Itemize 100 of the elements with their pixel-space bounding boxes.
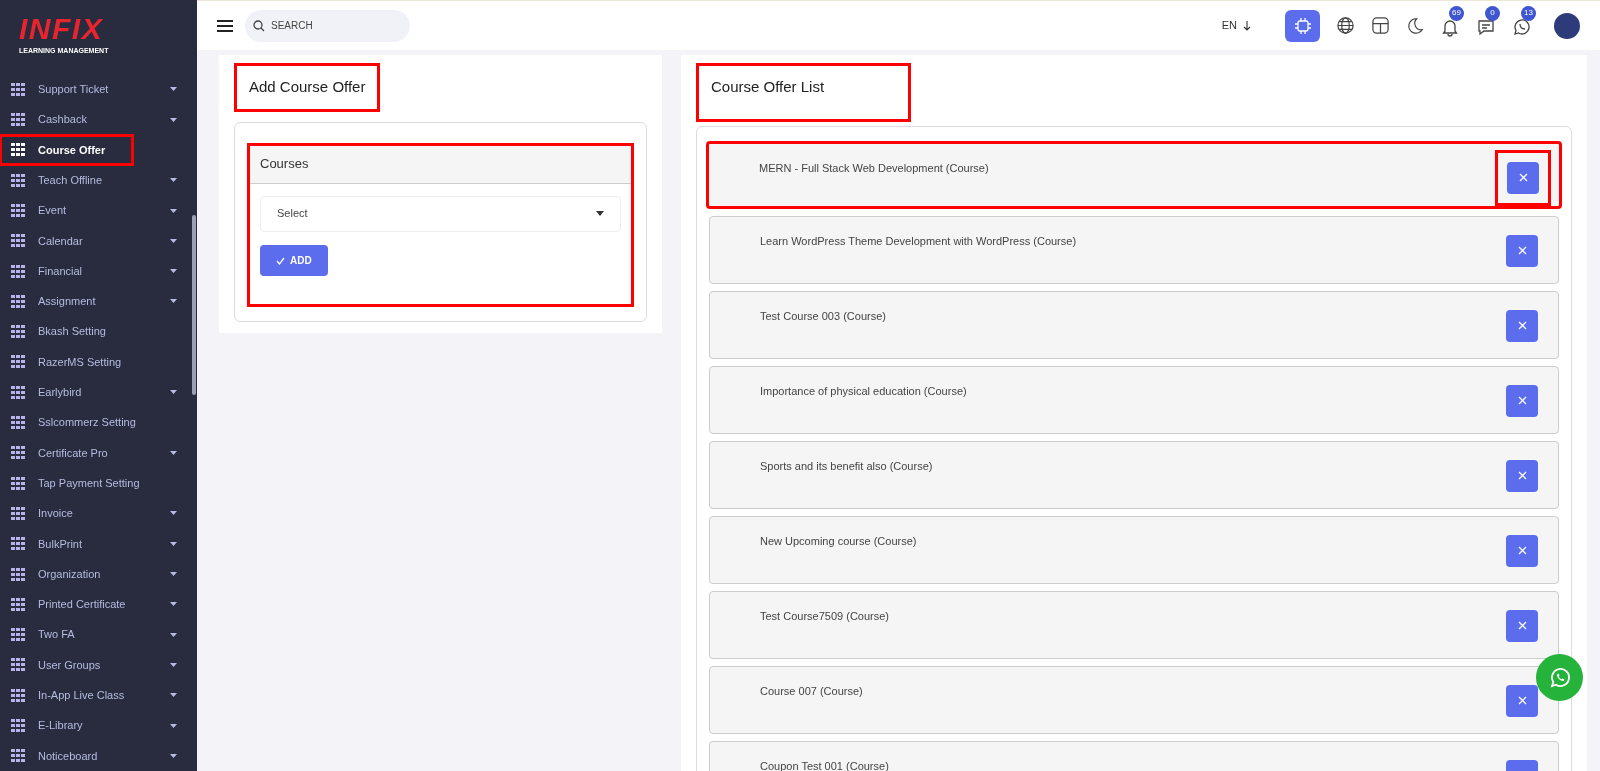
grid-icon — [11, 567, 26, 581]
sidebar-item[interactable]: Teach Offline — [0, 165, 197, 196]
grid-icon — [11, 446, 26, 460]
search-input: SEARCH — [271, 18, 391, 33]
close-icon — [1517, 321, 1527, 330]
moon-icon[interactable] — [1406, 16, 1424, 35]
sidebar-item[interactable]: Calendar — [0, 225, 197, 256]
sidebar-item[interactable]: RazerMS Setting — [0, 346, 197, 378]
layout-icon[interactable] — [1371, 16, 1390, 35]
sidebar-item[interactable]: Organization — [0, 558, 197, 590]
grid-icon — [11, 416, 26, 430]
course-name: Importance of physical education (Course) — [760, 383, 968, 399]
course-name: Course 007 (Course) — [760, 683, 864, 699]
sidebar-item[interactable]: In-App Live Class — [0, 680, 197, 711]
caret-icon — [170, 450, 177, 455]
sidebar-item[interactable]: Tap Payment Setting — [0, 468, 197, 499]
phone-chat-icon[interactable] — [1512, 16, 1532, 37]
sidebar-item[interactable]: Financial — [0, 255, 197, 287]
close-icon — [1517, 471, 1527, 480]
card-title: Course Offer List — [696, 63, 911, 122]
close-icon — [1517, 396, 1527, 405]
language-selector[interactable]: EN — [1221, 17, 1251, 34]
sidebar-item[interactable]: Certificate Pro — [0, 437, 197, 469]
grid-icon — [11, 658, 26, 672]
remove-button[interactable] — [1506, 384, 1538, 417]
sidebar-item[interactable]: Event — [0, 195, 197, 226]
grid-icon — [11, 476, 26, 490]
sidebar-item[interactable]: Sslcommerz Setting — [0, 407, 197, 438]
menu-icon[interactable] — [217, 19, 233, 32]
caret-icon — [170, 693, 177, 698]
grid-icon — [11, 204, 26, 217]
caret-icon — [170, 208, 177, 213]
caret-icon — [170, 602, 177, 607]
grid-icon — [11, 537, 26, 551]
caret-icon — [170, 511, 177, 516]
remove-button[interactable] — [1507, 161, 1539, 194]
arrow-down-icon — [1243, 21, 1251, 32]
check-icon — [276, 256, 285, 265]
sidebar-item[interactable]: Printed Certificate — [0, 589, 197, 620]
remove-button[interactable] — [1506, 234, 1538, 267]
caret-icon — [170, 390, 177, 395]
caret-icon — [170, 299, 177, 304]
grid-icon — [11, 234, 26, 248]
logo-text: INFIX — [19, 14, 105, 44]
grid-icon — [11, 688, 26, 702]
sidebar-item[interactable]: Earlybird — [0, 377, 197, 408]
sidebar-item[interactable]: Two FA — [0, 619, 197, 650]
remove-button[interactable] — [1506, 609, 1538, 642]
grid-icon — [11, 749, 26, 763]
caret-icon — [170, 87, 177, 92]
remove-button[interactable] — [1506, 684, 1538, 717]
course-select[interactable]: Select — [260, 195, 621, 232]
add-button[interactable]: ADD — [260, 244, 328, 276]
grid-icon — [11, 506, 26, 520]
sidebar-item[interactable]: User Groups — [0, 649, 197, 681]
course-name: Test Course7509 (Course) — [760, 608, 890, 624]
ai-button[interactable] — [1285, 9, 1320, 42]
grid-icon — [11, 173, 26, 187]
sidebar-item[interactable]: BulkPrint — [0, 528, 197, 559]
sidebar-item[interactable]: Invoice — [0, 498, 197, 529]
sidebar-item[interactable]: Noticeboard — [0, 740, 197, 771]
caret-icon — [170, 117, 177, 122]
caret-icon — [170, 541, 177, 546]
grid-icon — [11, 355, 26, 369]
grid-icon — [11, 143, 26, 157]
count-badge: 0 — [1485, 5, 1500, 21]
grid-icon — [11, 385, 26, 399]
scrollbar-thumb[interactable] — [192, 215, 196, 395]
search-icon — [253, 19, 265, 32]
remove-button[interactable] — [1506, 309, 1538, 342]
caret-icon — [170, 662, 177, 667]
close-icon — [1518, 173, 1528, 182]
count-badge: 69 — [1449, 5, 1464, 21]
sidebar-item[interactable]: Support Ticket — [0, 74, 197, 105]
course-name: MERN - Full Stack Web Development (Course) — [759, 160, 990, 176]
avatar[interactable] — [1554, 12, 1580, 39]
caret-icon — [170, 632, 177, 637]
close-icon — [1517, 621, 1527, 630]
sidebar-item[interactable]: Bkash Setting — [0, 316, 197, 347]
caret-icon — [170, 178, 177, 183]
caret-icon — [170, 269, 177, 274]
sidebar-item[interactable]: Course Offer — [0, 134, 133, 166]
course-name: Sports and its benefit also (Course) — [760, 458, 934, 474]
grid-icon — [11, 113, 26, 127]
count-badge: 13 — [1521, 5, 1536, 21]
card-title: Add Course Offer — [234, 63, 381, 112]
globe-icon[interactable] — [1336, 16, 1355, 35]
remove-button[interactable] — [1506, 534, 1538, 567]
course-name: Test Course 003 (Course) — [760, 308, 887, 324]
panel-heading: Courses — [250, 145, 631, 184]
remove-button[interactable] — [1506, 459, 1538, 492]
caret-icon — [170, 723, 177, 728]
close-icon — [1517, 696, 1527, 705]
sidebar-item[interactable]: Cashback — [0, 104, 197, 135]
search-field[interactable]: SEARCH — [245, 9, 410, 42]
grid-icon — [11, 264, 26, 278]
sidebar-item[interactable]: Assignment — [0, 286, 197, 317]
grid-icon — [11, 597, 26, 611]
close-icon — [1517, 246, 1527, 255]
sidebar-item[interactable]: E-Library — [0, 710, 197, 741]
